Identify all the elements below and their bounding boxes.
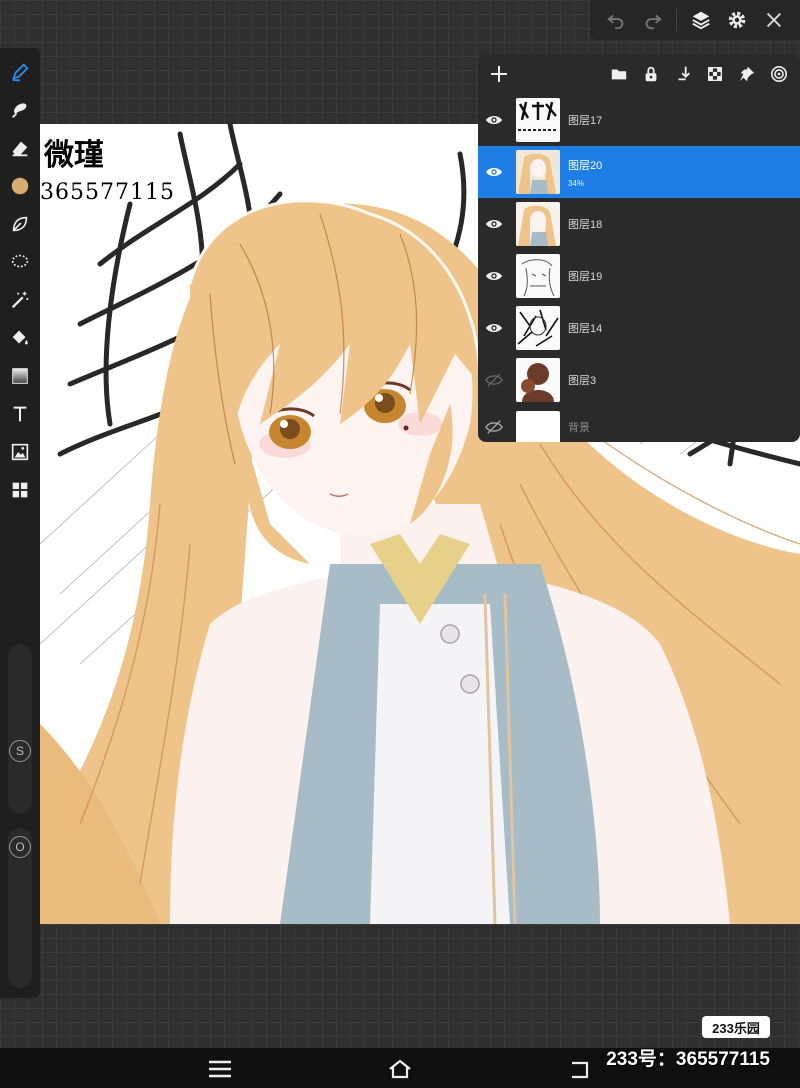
top-toolbar [590, 0, 800, 40]
layer-name: 背景 [568, 422, 590, 434]
watermark-title: 微瑾 [44, 138, 104, 173]
brush-size-slider[interactable] [8, 644, 32, 814]
eye-hidden-icon[interactable] [480, 366, 508, 394]
layer-row[interactable]: 图层19 [478, 250, 800, 302]
gradient-icon[interactable] [6, 362, 34, 390]
lock-icon[interactable] [638, 61, 664, 87]
target-icon[interactable] [766, 61, 792, 87]
eye-icon[interactable] [480, 314, 508, 342]
layer-thumbnail [516, 306, 560, 350]
layer-opacity: 34% [568, 178, 585, 188]
layer-thumbnail [516, 150, 560, 194]
home-icon[interactable] [386, 1056, 414, 1082]
layers-icon[interactable] [688, 7, 714, 33]
eye-icon[interactable] [480, 262, 508, 290]
layer-row[interactable]: 图层14 [478, 302, 800, 354]
layer-row-selected[interactable]: 图层20 34% [478, 146, 800, 198]
eye-icon[interactable] [480, 158, 508, 186]
layer-row[interactable]: 图层3 [478, 354, 800, 406]
leaf-icon[interactable] [6, 210, 34, 238]
close-icon[interactable] [761, 7, 787, 33]
lasso-icon[interactable] [6, 248, 34, 276]
menu-icon[interactable] [206, 1056, 234, 1082]
pin-icon[interactable] [734, 61, 760, 87]
layer-name: 图层19 [568, 271, 603, 283]
redo-icon[interactable] [640, 7, 666, 33]
gear-icon[interactable] [724, 7, 750, 33]
text-icon[interactable] [6, 400, 34, 428]
layer-row-background[interactable]: 背景 [478, 406, 800, 442]
layer-thumbnail [516, 202, 560, 246]
eye-hidden-icon[interactable] [480, 413, 508, 441]
qq-number-caption: 233号：365577115 [606, 1049, 770, 1070]
opacity-badge: O [9, 836, 31, 858]
layer-name: 图层14 [568, 323, 603, 335]
folder-icon[interactable] [606, 61, 632, 87]
layer-thumbnail [516, 358, 560, 402]
magic-wand-icon[interactable] [6, 286, 34, 314]
layer-name: 图层17 [568, 115, 603, 127]
pen-icon[interactable] [6, 58, 34, 86]
layer-thumbnail [516, 254, 560, 298]
eye-icon[interactable] [480, 106, 508, 134]
undo-icon[interactable] [603, 7, 629, 33]
grid-icon[interactable] [6, 476, 34, 504]
watermark-number: 365577115 [40, 180, 175, 205]
layers-panel: 图层17 图层20 34% 图层18 图层19 图层14 图层3 背景 [478, 54, 800, 442]
merge-down-icon[interactable] [670, 61, 696, 87]
left-toolbar: S O [0, 48, 40, 998]
color-swatch-icon[interactable] [6, 172, 34, 200]
back-icon[interactable] [566, 1056, 594, 1082]
layers-panel-header [478, 54, 800, 94]
eraser-icon[interactable] [6, 134, 34, 162]
layer-row[interactable]: 图层17 [478, 94, 800, 146]
layer-name: 图层3 [568, 375, 597, 387]
paint-bucket-icon[interactable] [6, 324, 34, 352]
layer-thumbnail [516, 411, 560, 442]
eye-icon[interactable] [480, 210, 508, 238]
layer-thumbnail [516, 98, 560, 142]
site-badge: 233乐园 [702, 1016, 770, 1038]
image-icon[interactable] [6, 438, 34, 466]
smudge-icon[interactable] [6, 96, 34, 124]
toolbar-divider [676, 9, 678, 31]
size-badge: S [9, 740, 31, 762]
layer-name: 图层18 [568, 219, 603, 231]
layer-row[interactable]: 图层18 [478, 198, 800, 250]
layer-name: 图层20 [568, 159, 603, 172]
add-layer-icon[interactable] [486, 61, 512, 87]
checker-icon[interactable] [702, 61, 728, 87]
